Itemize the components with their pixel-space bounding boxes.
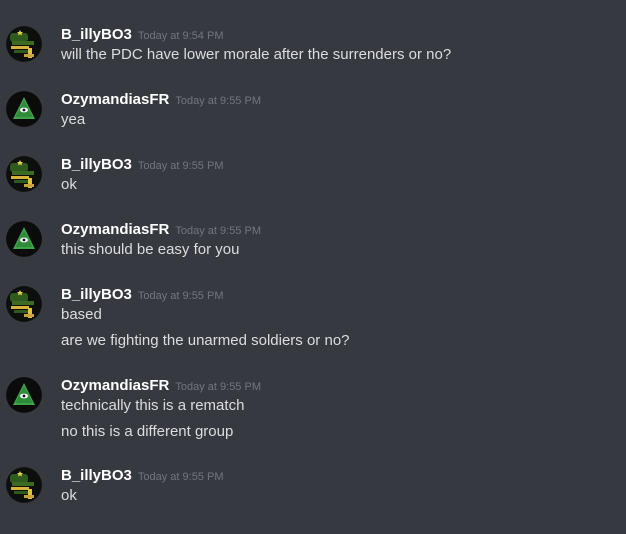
message-timestamp[interactable]: Today at 9:54 PM [138, 30, 224, 42]
message-author[interactable]: B_illyBO3 [61, 26, 132, 43]
message-author[interactable]: B_illyBO3 [61, 467, 132, 484]
message-text: ok [61, 487, 77, 504]
soldier-avatar-icon[interactable] [6, 286, 42, 322]
message-timestamp[interactable]: Today at 9:55 PM [175, 225, 261, 237]
message-author[interactable]: OzymandiasFR [61, 221, 169, 238]
eye-pyramid-avatar-icon[interactable] [6, 377, 42, 413]
message-text: are we fighting the unarmed soldiers or … [61, 332, 350, 349]
message-timestamp[interactable]: Today at 9:55 PM [175, 95, 261, 107]
soldier-avatar-icon[interactable] [6, 156, 42, 192]
message-text: technically this is a rematch [61, 397, 245, 414]
message-timestamp[interactable]: Today at 9:55 PM [138, 471, 224, 483]
message-author[interactable]: B_illyBO3 [61, 286, 132, 303]
message-author[interactable]: OzymandiasFR [61, 377, 169, 394]
soldier-avatar-icon[interactable] [6, 26, 42, 62]
message-text: based [61, 306, 102, 323]
message-author[interactable]: OzymandiasFR [61, 91, 169, 108]
message-text: ok [61, 176, 77, 193]
message-text: this should be easy for you [61, 241, 240, 258]
message-author[interactable]: B_illyBO3 [61, 156, 132, 173]
message-timestamp[interactable]: Today at 9:55 PM [175, 381, 261, 393]
message-timestamp[interactable]: Today at 9:55 PM [138, 290, 224, 302]
eye-pyramid-avatar-icon[interactable] [6, 221, 42, 257]
message-text: will the PDC have lower morale after the… [61, 46, 452, 63]
eye-pyramid-avatar-icon[interactable] [6, 91, 42, 127]
soldier-avatar-icon[interactable] [6, 467, 42, 503]
message-text: no this is a different group [61, 423, 234, 440]
message-timestamp[interactable]: Today at 9:55 PM [138, 160, 224, 172]
message-text: yea [61, 111, 86, 128]
